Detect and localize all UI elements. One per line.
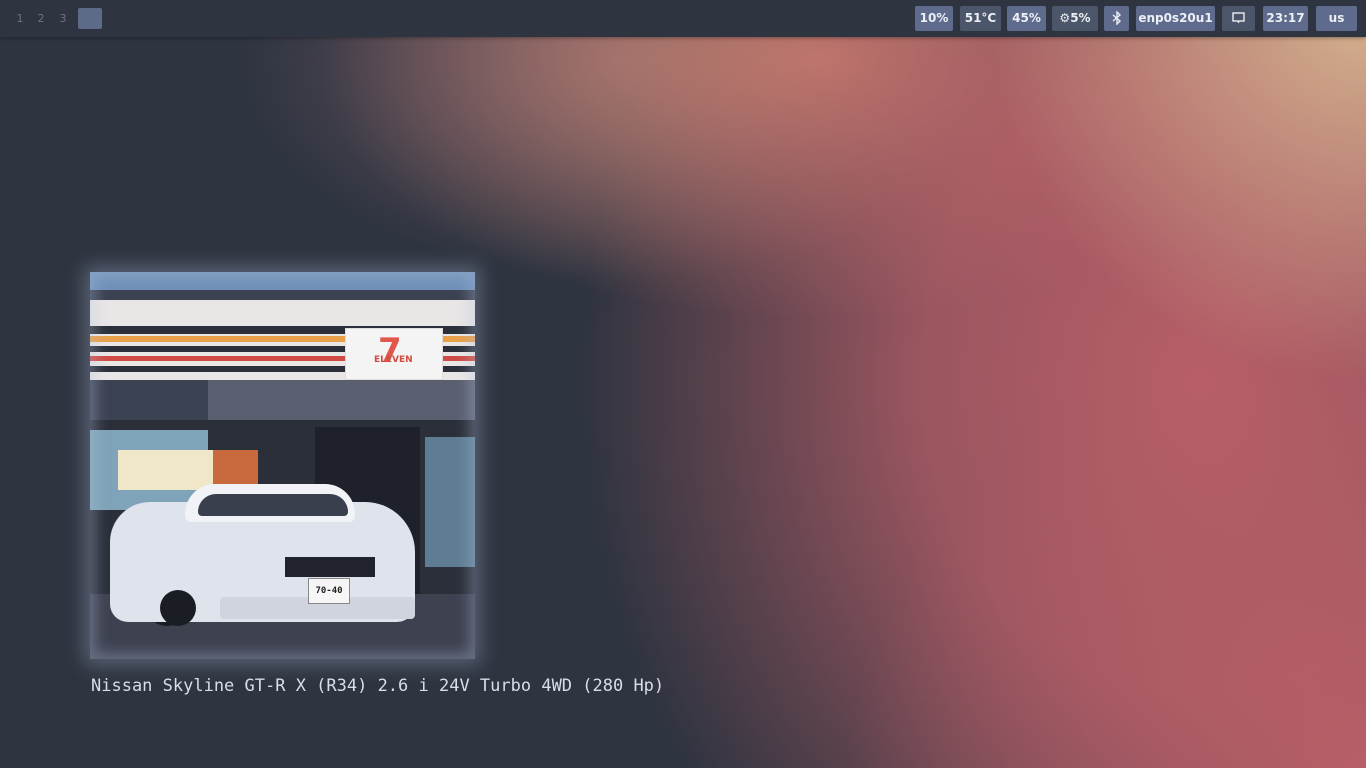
network-interface[interactable]: enp0s20u1	[1136, 6, 1215, 31]
car-caption: Nissan Skyline GT-R X (R34) 2.6 i 24V Tu…	[91, 676, 665, 696]
car-photo: 7 ELEVEN 70-40	[90, 272, 475, 659]
workspace-1-button[interactable]: 1	[14, 8, 26, 29]
cpu-temperature[interactable]: 51°C	[960, 6, 1001, 31]
backlight-value: 5%	[1070, 11, 1091, 25]
cpu-usage[interactable]: 10%	[915, 6, 953, 31]
bluetooth-widget[interactable]	[1104, 6, 1129, 31]
bluetooth-icon	[1112, 9, 1121, 26]
backlight-widget[interactable]: ⚙5%	[1052, 6, 1098, 31]
top-bar: 1 2 3 10% 51°C 45% ⚙5% enp0s20u1 23:17 u…	[0, 0, 1366, 37]
photo-vignette	[90, 272, 475, 659]
workspace-3-button[interactable]: 3	[57, 8, 69, 29]
monitor-icon	[1232, 11, 1245, 23]
keyboard-layout[interactable]: us	[1316, 6, 1357, 31]
workspace-2-button[interactable]: 2	[35, 8, 47, 29]
display-widget[interactable]	[1222, 6, 1255, 31]
gear-icon: ⚙	[1059, 11, 1071, 25]
clock[interactable]: 23:17	[1263, 6, 1308, 31]
desktop-wallpaper: 1 2 3 10% 51°C 45% ⚙5% enp0s20u1 23:17 u…	[0, 0, 1366, 768]
active-workspace-indicator[interactable]	[78, 8, 102, 29]
memory-usage[interactable]: 45%	[1007, 6, 1046, 31]
